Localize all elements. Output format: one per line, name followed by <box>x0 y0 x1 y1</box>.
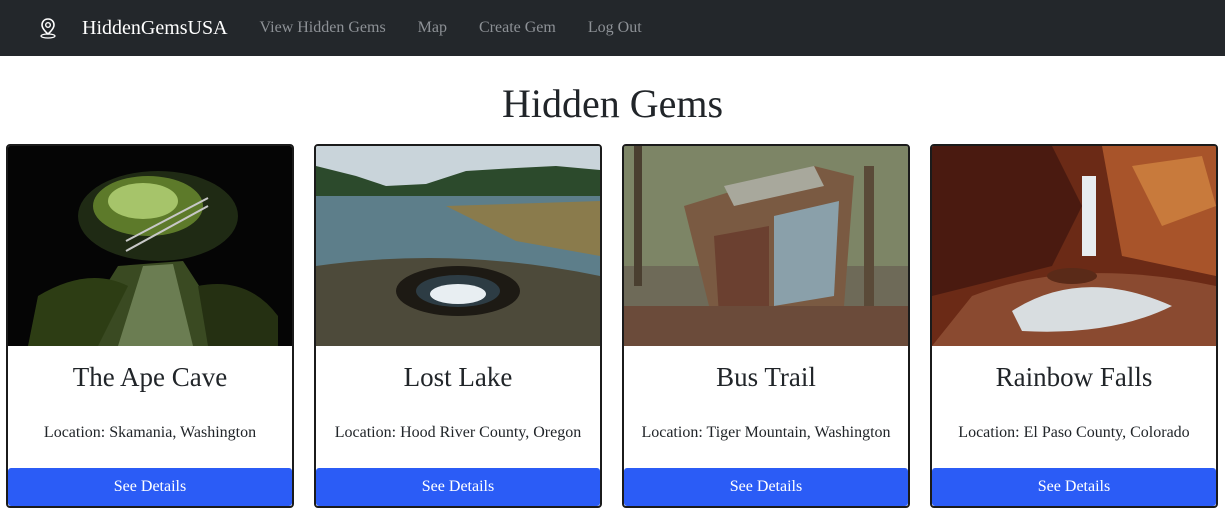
map-pin-icon[interactable] <box>38 17 58 39</box>
gem-card: Bus Trail Location: Tiger Mountain, Wash… <box>622 144 910 508</box>
gem-card: Lost Lake Location: Hood River County, O… <box>314 144 602 508</box>
card-location: Location: Skamania, Washington <box>43 424 257 441</box>
bus-photo[interactable] <box>624 146 908 346</box>
lake-photo[interactable] <box>316 146 600 346</box>
brand-link[interactable]: HiddenGemsUSA <box>82 17 228 40</box>
card-title: Lost Lake <box>403 362 513 392</box>
gem-card: Rainbow Falls Location: El Paso County, … <box>930 144 1218 508</box>
card-location: Location: Tiger Mountain, Washington <box>641 424 891 441</box>
page-title: Hidden Gems <box>501 81 724 126</box>
see-details-button[interactable]: See Details <box>624 468 908 506</box>
cave-photo[interactable] <box>8 146 292 346</box>
nav-link-map[interactable]: Map <box>418 19 447 37</box>
see-details-button[interactable]: See Details <box>8 468 292 506</box>
see-details-button[interactable]: See Details <box>316 468 600 506</box>
gem-card-list: The Ape Cave Location: Skamania, Washing… <box>6 144 1218 508</box>
nav-link-view-gems[interactable]: View Hidden Gems <box>260 19 386 37</box>
nav-link-log-out[interactable]: Log Out <box>588 19 642 37</box>
card-location: Location: Hood River County, Oregon <box>334 424 582 441</box>
card-title: Rainbow Falls <box>995 362 1153 392</box>
see-details-button[interactable]: See Details <box>932 468 1216 506</box>
nav-link-create-gem[interactable]: Create Gem <box>479 19 556 37</box>
gem-card: The Ape Cave Location: Skamania, Washing… <box>6 144 294 508</box>
navbar: HiddenGemsUSA View Hidden Gems Map Creat… <box>0 0 1225 56</box>
card-title: Bus Trail <box>716 362 816 392</box>
card-location: Location: El Paso County, Colorado <box>958 424 1190 441</box>
card-title: The Ape Cave <box>72 362 228 392</box>
waterfall-photo[interactable] <box>932 146 1216 346</box>
